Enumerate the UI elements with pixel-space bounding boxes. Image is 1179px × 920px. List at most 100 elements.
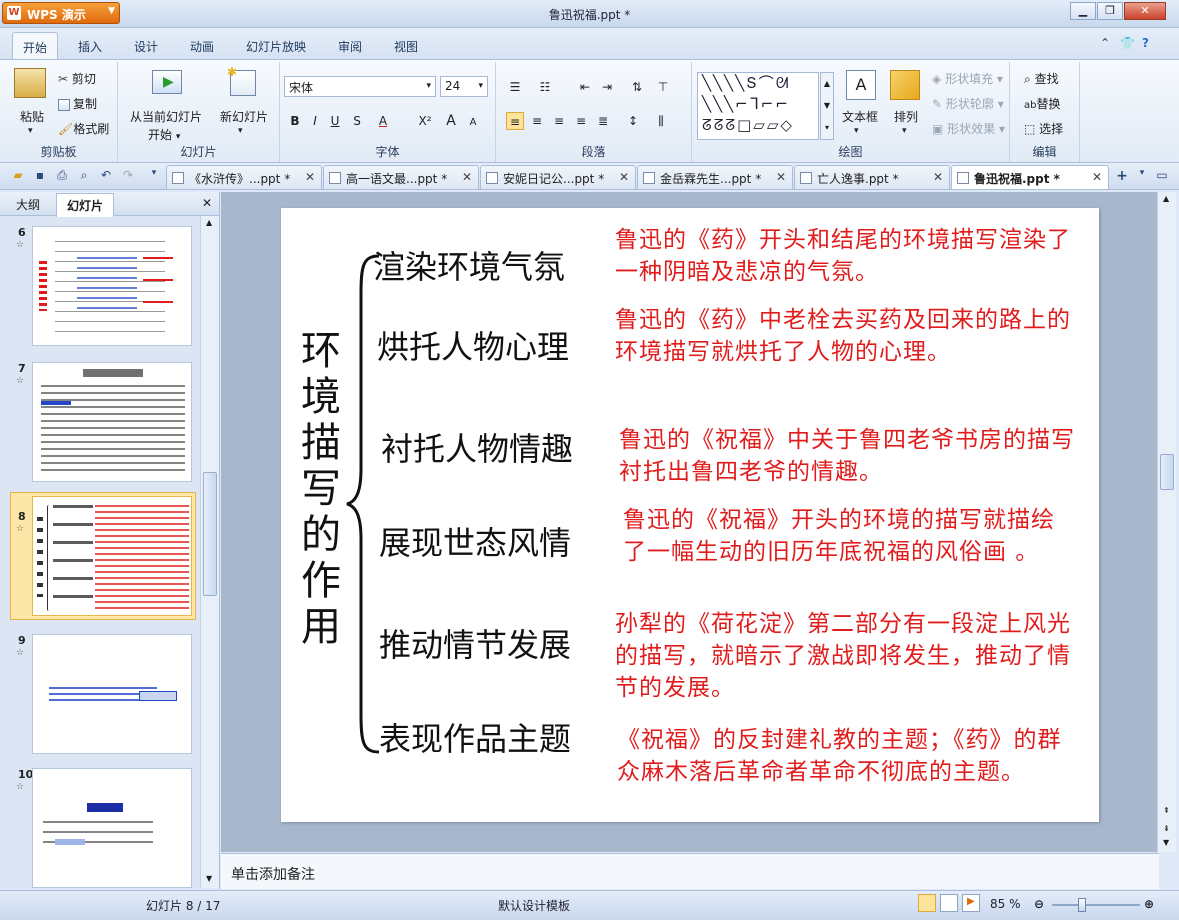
undo-icon[interactable]: ↶ (98, 168, 114, 184)
shape-effect-button[interactable]: ▣ 形状效果 ▾ (932, 120, 1005, 137)
underline-button[interactable]: U (326, 112, 344, 130)
tab-design[interactable]: 设计 (134, 38, 158, 55)
scroll-down-icon[interactable]: ▼ (206, 874, 212, 883)
format-painter-button[interactable]: 🖌格式刷 (58, 120, 109, 137)
help-icon[interactable]: ? (1142, 36, 1149, 50)
editor-scrollbar[interactable]: ▲ ⇞ ⇟ ▼ (1157, 192, 1176, 852)
editor-scroll-thumb[interactable] (1160, 454, 1174, 490)
close-icon[interactable]: ✕ (933, 170, 943, 184)
shape-fill-button[interactable]: ◈ 形状填充 ▾ (932, 70, 1003, 87)
chevron-down-icon[interactable]: ▾ (1134, 168, 1150, 184)
panel-scrollbar[interactable]: ▲ ▼ (200, 216, 219, 888)
doc-tab-4[interactable]: 金岳霖先生...ppt * ✕ (637, 165, 793, 189)
doc-tab-6[interactable]: 鲁迅祝福.ppt * ✕ (951, 165, 1109, 189)
doc-tab-2[interactable]: 高一语文最...ppt * ✕ (323, 165, 479, 189)
chevron-down-icon[interactable]: ▾ (238, 126, 243, 136)
from-current-slide-button[interactable]: 从当前幻灯片 (130, 108, 202, 125)
tab-outline[interactable]: 大纲 (16, 196, 40, 213)
previous-slide-icon[interactable]: ⇞ (1163, 806, 1170, 815)
scroll-up-icon[interactable]: ▲ (1163, 194, 1169, 203)
new-slide-button[interactable]: 新幻灯片 (220, 108, 268, 125)
tab-list-icon[interactable]: ▭ (1154, 168, 1170, 184)
font-name-dropdown[interactable]: 宋体 ▾ (284, 76, 436, 97)
panel-scroll-thumb[interactable] (203, 472, 217, 596)
textbox-button[interactable]: 文本框 (842, 108, 878, 125)
justify-button[interactable]: ≡ (572, 112, 590, 130)
superscript-button[interactable]: X² (416, 112, 434, 130)
current-slide[interactable]: 环 境 描 写 的 作 用 渲染环境气氛 鲁迅的《药》开头和结尾的环境描写渲染了… (281, 208, 1099, 822)
cut-button[interactable]: ✂ 剪切 (58, 70, 96, 87)
find-button[interactable]: ⌕ 查找 (1024, 70, 1059, 87)
doc-tab-1[interactable]: 《水浒传》...ppt * ✕ (166, 165, 322, 189)
numbering-icon[interactable]: ☷ (536, 78, 554, 96)
shrink-font-button[interactable]: A (464, 114, 482, 132)
arrange-button[interactable]: 排列 (894, 108, 918, 125)
slide-thumbnail-9[interactable] (32, 634, 192, 754)
open-folder-icon[interactable]: ▰ (10, 168, 26, 184)
copy-button[interactable]: 复制 (58, 95, 97, 112)
zoom-in-icon[interactable]: ⊕ (1144, 897, 1154, 911)
close-icon[interactable]: ✕ (776, 170, 786, 184)
shapes-gallery[interactable]: ╲╲╲╲Տ⌒ᘛ ╲╲╲⌐ᒣ⌐⌐ ᘔᘔᘔ□▱▱◇ (697, 72, 819, 140)
start-button[interactable]: 开始 ▾ (148, 126, 180, 143)
restore-button[interactable]: ❐ (1097, 2, 1123, 20)
normal-view-button[interactable] (918, 894, 936, 912)
print-preview-icon[interactable]: ⌕ (76, 168, 92, 184)
slide-thumbnail-10[interactable] (32, 768, 192, 888)
replace-button[interactable]: ab替换 (1024, 95, 1061, 112)
tab-slideshow[interactable]: 幻灯片放映 (246, 38, 306, 55)
redo-icon[interactable]: ↷ (120, 168, 136, 184)
bullets-icon[interactable]: ☰ (506, 78, 524, 96)
slide-thumbnail-6[interactable] (32, 226, 192, 346)
slide-thumbnail-7[interactable] (32, 362, 192, 482)
chevron-down-icon[interactable]: ▾ (28, 126, 33, 136)
text-direction-icon[interactable]: ⇅ (628, 78, 646, 96)
tab-review[interactable]: 审阅 (338, 38, 362, 55)
align-left-button[interactable]: ≡ (506, 112, 524, 130)
font-color-button[interactable]: A (374, 112, 392, 130)
chevron-down-icon[interactable]: ▾ (854, 126, 859, 136)
collapse-ribbon-icon[interactable]: ⌃ (1100, 36, 1110, 50)
save-icon[interactable]: ▪ (32, 168, 48, 184)
chevron-down-icon[interactable]: ▾ (902, 126, 907, 136)
align-right-button[interactable]: ≡ (550, 112, 568, 130)
customize-toolbar-icon[interactable]: ▾ (146, 168, 162, 184)
doc-tab-3[interactable]: 安妮日记公...ppt * ✕ (480, 165, 636, 189)
close-button[interactable]: ✕ (1124, 2, 1166, 20)
close-icon[interactable]: ✕ (305, 170, 315, 184)
line-spacing-icon[interactable]: ↕ (624, 112, 642, 130)
decrease-indent-icon[interactable]: ⇤ (576, 78, 594, 96)
slide-sorter-button[interactable] (940, 894, 958, 912)
select-button[interactable]: ⬚ 选择 (1024, 120, 1063, 137)
next-slide-icon[interactable]: ⇟ (1163, 824, 1170, 833)
print-icon[interactable]: ⎙ (54, 168, 70, 184)
align-text-icon[interactable]: ⊤ (654, 78, 672, 96)
bold-button[interactable]: B (286, 112, 304, 130)
new-tab-icon[interactable]: + (1114, 168, 1130, 184)
doc-tab-5[interactable]: 亡人逸事.ppt * ✕ (794, 165, 950, 189)
close-icon[interactable]: ✕ (202, 196, 212, 210)
zoom-slider-track[interactable] (1052, 904, 1140, 906)
font-size-dropdown[interactable]: 24 ▾ (440, 76, 488, 97)
distribute-button[interactable]: ≣ (594, 112, 612, 130)
tab-home[interactable]: 开始 (12, 32, 59, 60)
close-icon[interactable]: ✕ (619, 170, 629, 184)
skin-icon[interactable]: 👕 (1120, 36, 1135, 50)
slide-thumbnail-8[interactable] (32, 496, 192, 616)
columns-icon[interactable]: ⫼ (652, 112, 670, 130)
scroll-down-icon[interactable]: ▼ (1163, 838, 1169, 847)
tab-view[interactable]: 视图 (394, 38, 418, 55)
paste-button[interactable]: 粘贴 (20, 108, 44, 125)
close-icon[interactable]: ✕ (1092, 170, 1102, 184)
shapes-gallery-scroll[interactable]: ▲ ▼ ▾ (820, 72, 834, 140)
italic-button[interactable]: I (306, 112, 324, 130)
zoom-out-icon[interactable]: ⊖ (1034, 897, 1044, 911)
zoom-slider-handle[interactable] (1078, 898, 1086, 912)
slideshow-button[interactable]: ▶ (962, 894, 980, 912)
align-center-button[interactable]: ≡ (528, 112, 546, 130)
minimize-button[interactable]: ▁ (1070, 2, 1096, 20)
notes-pane[interactable]: 单击添加备注 (221, 853, 1159, 889)
grow-font-button[interactable]: A (442, 112, 460, 130)
tab-slides[interactable]: 幻灯片 (56, 193, 115, 217)
scroll-up-icon[interactable]: ▲ (206, 218, 212, 227)
